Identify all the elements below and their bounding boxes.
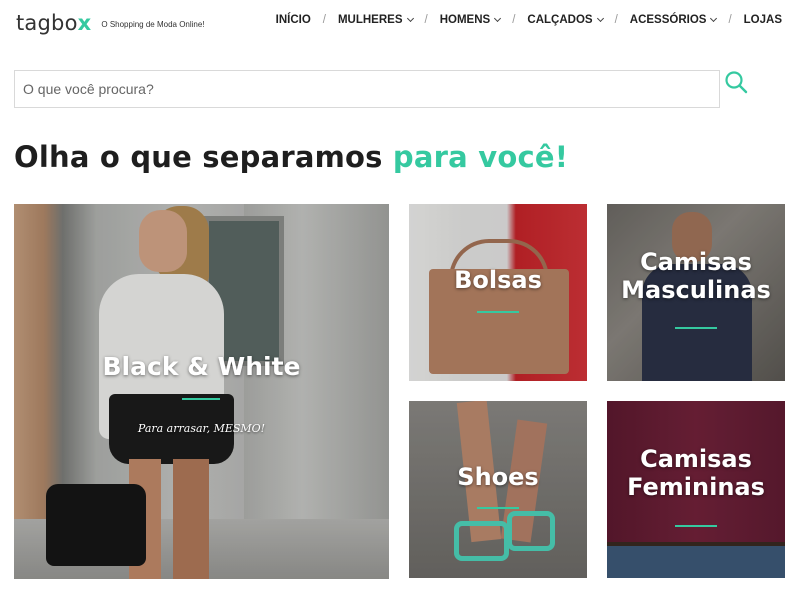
tile-title-underline bbox=[675, 525, 717, 527]
tile-title: Bolsas bbox=[454, 266, 542, 294]
nav-item-inicio[interactable]: INÍCIO bbox=[276, 14, 311, 26]
page-heading: Olha o que separamos para você! bbox=[14, 140, 569, 174]
chevron-down-icon bbox=[406, 14, 414, 22]
photo-shoe bbox=[507, 511, 555, 551]
nav-separator: / bbox=[512, 14, 516, 26]
category-tile-camisas-masculinas[interactable]: Camisas Masculinas bbox=[607, 204, 785, 381]
search-icon bbox=[725, 71, 748, 94]
tile-title-underline bbox=[477, 311, 519, 313]
category-tile-camisas-femininas[interactable]: Camisas Femininas bbox=[607, 401, 785, 578]
tile-title-underline bbox=[477, 507, 519, 509]
logo-tagline: O Shopping de Moda Online! bbox=[101, 20, 205, 29]
nav-item-homens[interactable]: HOMENS bbox=[440, 14, 502, 26]
heading-accent: para você! bbox=[392, 140, 569, 174]
tile-title-underline bbox=[182, 398, 220, 400]
nav-item-lojas[interactable]: LOJAS bbox=[744, 14, 782, 26]
tile-title: Black & White bbox=[102, 352, 301, 381]
logo-wordmark: tagbox bbox=[16, 11, 92, 35]
photo-model bbox=[607, 546, 785, 578]
photo-model bbox=[154, 206, 209, 286]
tile-title-underline bbox=[675, 327, 717, 329]
nav-separator: / bbox=[728, 14, 732, 26]
category-tile-bolsas[interactable]: Bolsas bbox=[409, 204, 587, 381]
category-tile-shoes[interactable]: Shoes bbox=[409, 401, 587, 578]
nav-item-calcados[interactable]: CALÇADOS bbox=[527, 14, 604, 26]
photo-model bbox=[607, 542, 785, 550]
tile-subtitle: Para arrasar, MESMO! bbox=[137, 422, 266, 435]
chevron-down-icon bbox=[494, 14, 502, 22]
main-nav: INÍCIO / MULHERES / HOMENS / CALÇADOS / … bbox=[276, 14, 782, 26]
category-tile-black-white[interactable]: Black & White Para arrasar, MESMO! bbox=[14, 204, 389, 579]
photo-shoe bbox=[454, 521, 509, 561]
photo-model bbox=[139, 210, 187, 272]
search-button[interactable] bbox=[724, 70, 750, 96]
chevron-down-icon bbox=[710, 14, 718, 22]
search-input[interactable] bbox=[14, 70, 720, 108]
photo-model bbox=[129, 459, 209, 579]
nav-separator: / bbox=[322, 14, 326, 26]
nav-item-mulheres[interactable]: MULHERES bbox=[338, 14, 414, 26]
photo-backdrop bbox=[14, 519, 389, 579]
nav-item-acessorios[interactable]: ACESSÓRIOS bbox=[630, 14, 718, 26]
tile-title: Shoes bbox=[457, 463, 539, 491]
photo-handbag bbox=[46, 484, 146, 566]
nav-separator: / bbox=[614, 14, 618, 26]
site-header: tagbox O Shopping de Moda Online! INÍCIO… bbox=[0, 0, 800, 46]
tile-title: Camisas Femininas bbox=[627, 445, 765, 502]
nav-separator: / bbox=[424, 14, 428, 26]
site-logo[interactable]: tagbox O Shopping de Moda Online! bbox=[16, 11, 205, 35]
chevron-down-icon bbox=[596, 14, 604, 22]
tile-title: Camisas Masculinas bbox=[621, 248, 771, 305]
photo-backdrop bbox=[204, 216, 284, 366]
